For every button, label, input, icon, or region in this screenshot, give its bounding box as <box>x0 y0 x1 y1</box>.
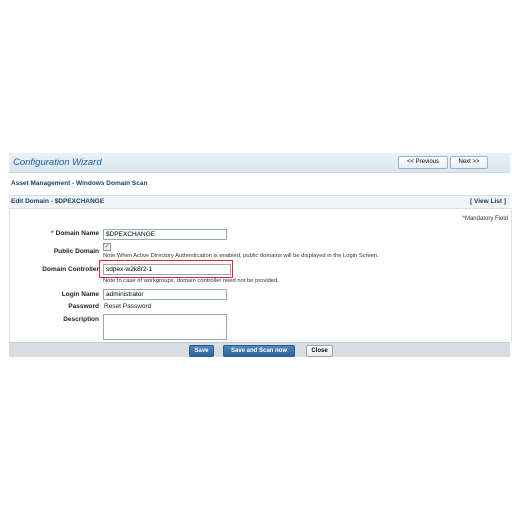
description-textarea[interactable]: ⋰ <box>103 314 227 340</box>
domain-name-input[interactable]: $DPEXCHANGE <box>103 229 227 240</box>
save-button[interactable]: Save <box>189 345 214 357</box>
edit-domain-title: Edit Domain - $DPEXCHANGE <box>11 198 105 205</box>
domain-name-label: * Domain Name <box>9 230 99 237</box>
domain-name-label-text: Domain Name <box>55 230 99 237</box>
mandatory-field-text: Mandatory Field <box>464 216 508 222</box>
resize-grip-icon[interactable]: ⋰ <box>220 333 225 338</box>
mandatory-field-note: *Mandatory Field <box>463 216 508 222</box>
next-button[interactable]: Next >> <box>450 156 488 169</box>
button-bar: Save Save and Scan now Close <box>9 342 510 357</box>
view-list-link[interactable]: [ View List ] <box>470 198 506 205</box>
public-domain-checkbox[interactable]: ✓ <box>103 243 111 251</box>
previous-button[interactable]: << Previous <box>398 156 448 169</box>
section-title: Asset Management - Windows Domain Scan <box>11 180 148 187</box>
public-domain-label: Public Domain <box>53 248 99 255</box>
description-label: Description <box>63 316 99 323</box>
wizard-title: Configuration Wizard <box>13 157 102 168</box>
domain-controller-label: Domain Controller <box>42 266 99 273</box>
required-star: * <box>51 230 54 237</box>
login-name-input[interactable]: administrator <box>103 289 227 300</box>
login-name-label: Login Name <box>61 291 99 298</box>
wizard-header: Configuration Wizard << Previous Next >> <box>9 153 510 173</box>
close-button[interactable]: Close <box>306 345 333 357</box>
domain-controller-input[interactable]: sdpex-w2k8r2-1 <box>103 264 231 275</box>
public-domain-note: Note:When Active Directory Authenticatio… <box>103 253 379 259</box>
save-and-scan-button[interactable]: Save and Scan now <box>223 345 295 357</box>
edit-domain-bar: Edit Domain - $DPEXCHANGE [ View List ] <box>9 195 510 209</box>
password-label: Password <box>68 303 99 310</box>
reset-password-link[interactable]: Reset Password <box>104 303 151 310</box>
domain-controller-note: Note:In case of workgroups, domain contr… <box>103 278 279 284</box>
